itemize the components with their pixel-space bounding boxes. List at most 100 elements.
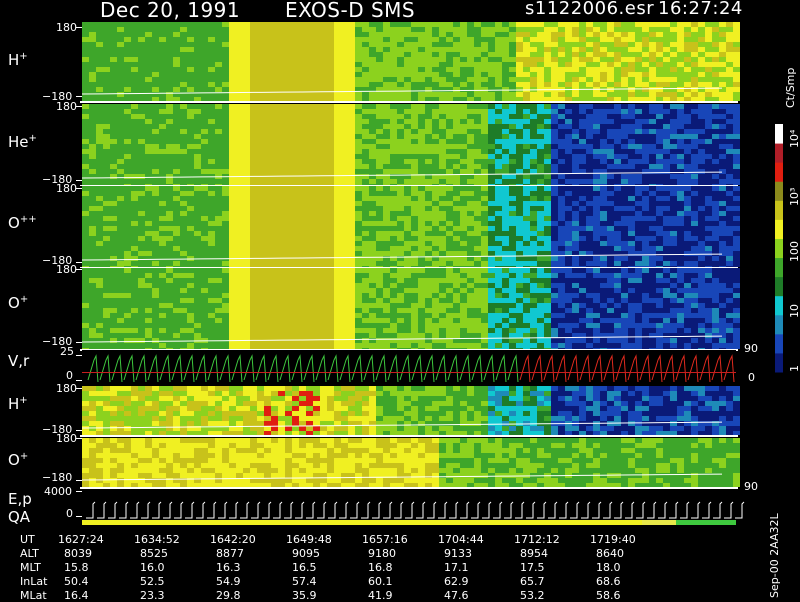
heatmap-cell — [404, 134, 411, 139]
heatmap-cell — [551, 186, 558, 191]
heatmap-cell — [117, 333, 124, 338]
heatmap-cell — [691, 109, 698, 114]
heatmap-cell — [152, 313, 159, 318]
heatmap-cell — [551, 97, 558, 101]
heatmap-cell — [537, 236, 544, 241]
heatmap-cell — [369, 196, 376, 201]
heatmap-cell — [229, 186, 236, 191]
heatmap-cell — [495, 77, 502, 82]
heatmap-cell — [509, 196, 516, 201]
heatmap-cell — [698, 184, 705, 185]
heatmap-cell — [537, 27, 544, 32]
heatmap-cell — [201, 119, 208, 124]
heatmap-cell — [572, 216, 579, 221]
heatmap-cell — [131, 134, 138, 139]
heatmap-cell — [691, 216, 698, 221]
heatmap-cell — [530, 236, 537, 241]
heatmap-cell — [194, 77, 201, 82]
heatmap-cell — [187, 201, 194, 206]
heatmap-cell — [684, 154, 691, 159]
heatmap-cell — [621, 201, 628, 206]
heatmap-cell — [446, 52, 453, 57]
heatmap-cell — [551, 77, 558, 82]
heatmap-cell — [271, 82, 278, 87]
heatmap-cell — [124, 149, 131, 154]
heatmap-cell — [488, 109, 495, 114]
heatmap-cell — [103, 328, 110, 333]
heatmap-cell — [607, 67, 614, 72]
heatmap-cell — [117, 226, 124, 231]
heatmap-cell — [558, 256, 565, 261]
heatmap-cell — [397, 164, 404, 169]
heatmap-cell — [537, 211, 544, 216]
heatmap-cell — [397, 32, 404, 37]
heatmap-cell — [544, 174, 551, 179]
heatmap-cell — [369, 179, 376, 184]
heatmap-cell — [187, 104, 194, 109]
heatmap-cell — [243, 179, 250, 184]
heatmap-cell — [523, 129, 530, 134]
heatmap-cell — [530, 139, 537, 144]
heatmap-cell — [495, 109, 502, 114]
heatmap-cell — [250, 154, 257, 159]
heatmap-cell — [691, 149, 698, 154]
heatmap-cell — [712, 216, 719, 221]
heatmap-cell — [264, 87, 271, 92]
heatmap-cell — [397, 114, 404, 119]
heatmap-cell — [243, 191, 250, 196]
heatmap-cell — [236, 27, 243, 32]
heatmap-cell — [593, 32, 600, 37]
heatmap-cell — [362, 159, 369, 164]
heatmap-cell — [103, 144, 110, 149]
heatmap-cell — [530, 144, 537, 149]
heatmap-cell — [474, 114, 481, 119]
heatmap-cell — [131, 37, 138, 42]
heatmap-cell — [663, 154, 670, 159]
heatmap-cell — [677, 169, 684, 174]
heatmap-cell — [663, 62, 670, 67]
heatmap-cell — [173, 293, 180, 298]
heatmap-cell — [278, 144, 285, 149]
heatmap-cell — [103, 298, 110, 303]
heatmap-cell — [292, 62, 299, 67]
heatmap-cell — [187, 333, 194, 338]
heatmap-cell — [523, 186, 530, 191]
heatmap-cell — [684, 246, 691, 251]
heatmap-cell — [544, 114, 551, 119]
heatmap-cell — [180, 231, 187, 236]
heatmap-cell — [453, 32, 460, 37]
heatmap-cell — [460, 42, 467, 47]
heatmap-cell — [425, 261, 432, 266]
heatmap-cell — [551, 184, 558, 185]
heatmap-cell — [537, 67, 544, 72]
heatmap-cell — [327, 72, 334, 77]
heatmap-cell — [418, 261, 425, 266]
heatmap-cell — [138, 82, 145, 87]
heatmap-cell — [152, 134, 159, 139]
heatmap-cell — [691, 206, 698, 211]
heatmap-cell — [733, 124, 740, 129]
heatmap-cell — [712, 221, 719, 226]
heatmap-cell — [117, 119, 124, 124]
heatmap-cell — [271, 119, 278, 124]
heatmap-cell — [691, 139, 698, 144]
heatmap-cell — [250, 191, 257, 196]
heatmap-cell — [656, 211, 663, 216]
heatmap-cell — [418, 72, 425, 77]
heatmap-cell — [446, 159, 453, 164]
heatmap-cell — [222, 154, 229, 159]
heatmap-cell — [691, 241, 698, 246]
heatmap-cell — [292, 97, 299, 101]
heatmap-cell — [131, 313, 138, 318]
heatmap-cell — [299, 27, 306, 32]
heatmap-cell — [292, 201, 299, 206]
heatmap-cell — [369, 47, 376, 52]
heatmap-cell — [208, 149, 215, 154]
heatmap-cell — [362, 186, 369, 191]
heatmap-cell — [285, 57, 292, 62]
heatmap-cell — [733, 164, 740, 169]
heatmap-cell — [110, 104, 117, 109]
heatmap-cell — [551, 191, 558, 196]
heatmap-cell — [684, 256, 691, 261]
heatmap-cell — [110, 159, 117, 164]
